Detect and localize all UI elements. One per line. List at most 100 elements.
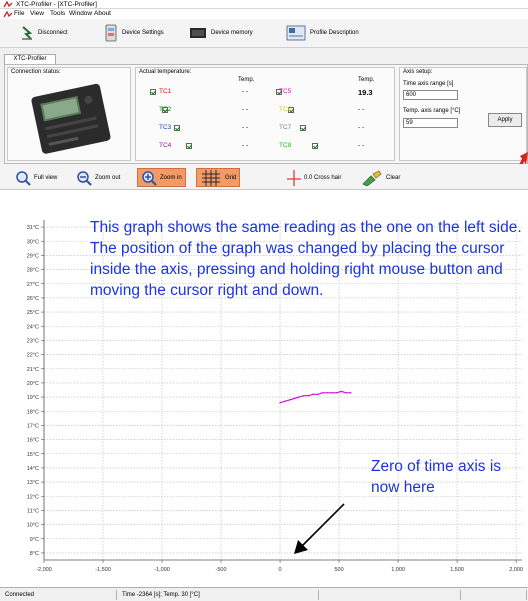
device-settings-button[interactable]: Device Settings (104, 22, 164, 44)
tab-bar: XTC-Profiler (0, 48, 528, 64)
y-tick-label: 13°C (27, 480, 39, 486)
zoom-in-label: Zoom in (160, 174, 182, 181)
annotation-zero: Zero of time axis is now here (371, 458, 502, 496)
menu-window[interactable]: Window (69, 9, 92, 19)
y-tick-label: 21°C (27, 367, 39, 373)
y-tick-label: 28°C (27, 268, 39, 274)
y-tick-label: 18°C (27, 409, 39, 415)
control-panel: Connection status: Actual temperature: T… (4, 64, 528, 164)
temp-axis-range-input[interactable]: 59 (403, 118, 458, 128)
y-tick-label: 31°C (27, 225, 39, 231)
series-point (317, 393, 319, 395)
series-point (312, 393, 314, 395)
y-tick-label: 10°C (27, 523, 39, 529)
title-bar: XTC-Profiler - [XTC-Profiler] (0, 0, 528, 9)
x-tick-label: 2,000 (509, 567, 523, 573)
main-toolbar: Disconnect Device Settings Device memory… (0, 19, 528, 48)
time-axis-range-input[interactable]: 600 (403, 90, 458, 100)
series-point (288, 399, 291, 401)
y-tick-label: 20°C (27, 381, 39, 387)
tc-checkbox[interactable] (186, 143, 192, 149)
y-tick-label: 29°C (27, 253, 39, 259)
tc-label: TC8 (279, 142, 292, 149)
y-tick-label: 12°C (27, 494, 39, 500)
y-tick-label: 15°C (27, 452, 39, 458)
menu-about[interactable]: About (94, 9, 111, 19)
black-arrow-overlay (294, 503, 345, 554)
tc-value: - - (242, 124, 249, 131)
clear-button[interactable]: Clear (358, 168, 403, 187)
x-tick-label: 1,500 (450, 567, 464, 573)
connection-status-group: Connection status: (7, 67, 131, 161)
series-point (350, 392, 352, 394)
grid-button[interactable]: Grid (196, 168, 241, 187)
cursor-readout: Time -2364 [s]; Temp. 30 [°C] (119, 590, 319, 600)
y-tick-label: 19°C (27, 395, 39, 401)
temp-header-left: Temp. (238, 77, 255, 83)
x-tick-label: -2,000 (36, 567, 52, 573)
series-point (293, 397, 295, 400)
tc-value: - - (358, 124, 365, 131)
series-point (326, 392, 328, 394)
tc-value: 19.3 (358, 88, 373, 97)
menu-file[interactable]: File (14, 9, 24, 19)
apply-button[interactable]: Apply (488, 113, 522, 127)
zoom-out-label: Zoom out (95, 174, 121, 181)
status-bar: Connected Time -2364 [s]; Temp. 30 [°C] (0, 587, 528, 601)
zoom-in-button[interactable]: Zoom in (137, 168, 186, 187)
device-settings-icon (105, 24, 117, 42)
series-point (331, 392, 333, 394)
tc-label: TC3 (159, 124, 172, 131)
grid-icon (202, 169, 220, 186)
time-axis-range-label: Time axis range [s] (403, 81, 454, 87)
profile-description-icon (286, 25, 306, 41)
axis-setup-group: Axis setup: Time axis range [s] 600 Temp… (399, 67, 527, 161)
disconnect-button[interactable]: Disconnect (20, 22, 68, 44)
full-view-button[interactable]: Full view (12, 168, 60, 187)
series-point (302, 394, 305, 397)
connection-status-text: Connected (2, 590, 117, 600)
crosshair-button[interactable]: 0.0 Cross hair (284, 168, 344, 187)
actual-temperature-label: Actual temperature: (139, 69, 192, 75)
crosshair-icon (287, 169, 301, 186)
profile-description-button[interactable]: Profile Description (286, 22, 359, 44)
menu-tools[interactable]: Tools (50, 9, 65, 19)
x-tick-label: 0 (279, 567, 282, 573)
menu-view[interactable]: View (30, 9, 44, 19)
device-memory-button[interactable]: Device memory (189, 22, 253, 44)
tc-label: TC7 (279, 124, 292, 131)
series-point (345, 392, 347, 394)
actual-temperature-group: Actual temperature: Temp. Temp. TC1 - - TC… (135, 67, 395, 161)
graph-toolbar: Full view Zoom out Zoom in Grid 0.0 Cros… (0, 164, 528, 190)
series-point (340, 390, 343, 393)
tc-checkbox[interactable] (312, 143, 318, 149)
tc-label: TC5 (279, 88, 292, 95)
zoom-out-button[interactable]: Zoom out (73, 168, 123, 187)
y-tick-label: 30°C (27, 239, 39, 245)
y-tick-label: 16°C (27, 438, 39, 444)
y-tick-label: 11°C (27, 508, 39, 514)
zoom-out-icon (77, 170, 92, 186)
series-point (279, 402, 281, 404)
menu-bar: File View Tools Window About (0, 9, 528, 19)
series-point (321, 392, 324, 394)
full-view-label: Full view (34, 174, 58, 181)
y-tick-label: 22°C (27, 353, 39, 359)
temp-axis-range-label: Temp. axis range [°C] (403, 108, 461, 114)
y-tick-label: 26°C (27, 296, 39, 302)
tab-xtc-profiler[interactable]: XTC-Profiler (4, 54, 56, 64)
x-tick-label: -500 (216, 567, 227, 573)
temp-header-right: Temp. (358, 77, 375, 83)
tc-checkbox[interactable] (150, 89, 156, 95)
y-tick-label: 27°C (27, 282, 39, 288)
device-settings-label: Device Settings (122, 30, 164, 36)
y-tick-label: 17°C (27, 423, 39, 429)
series-point (284, 400, 286, 403)
clear-label: Clear (386, 174, 401, 181)
tc-value: - - (242, 88, 249, 95)
tc-checkbox[interactable] (300, 125, 306, 131)
series-point (307, 394, 310, 397)
magnifier-full-icon (16, 170, 31, 186)
tc-checkbox[interactable] (174, 125, 180, 131)
disconnect-label: Disconnect (38, 30, 68, 36)
